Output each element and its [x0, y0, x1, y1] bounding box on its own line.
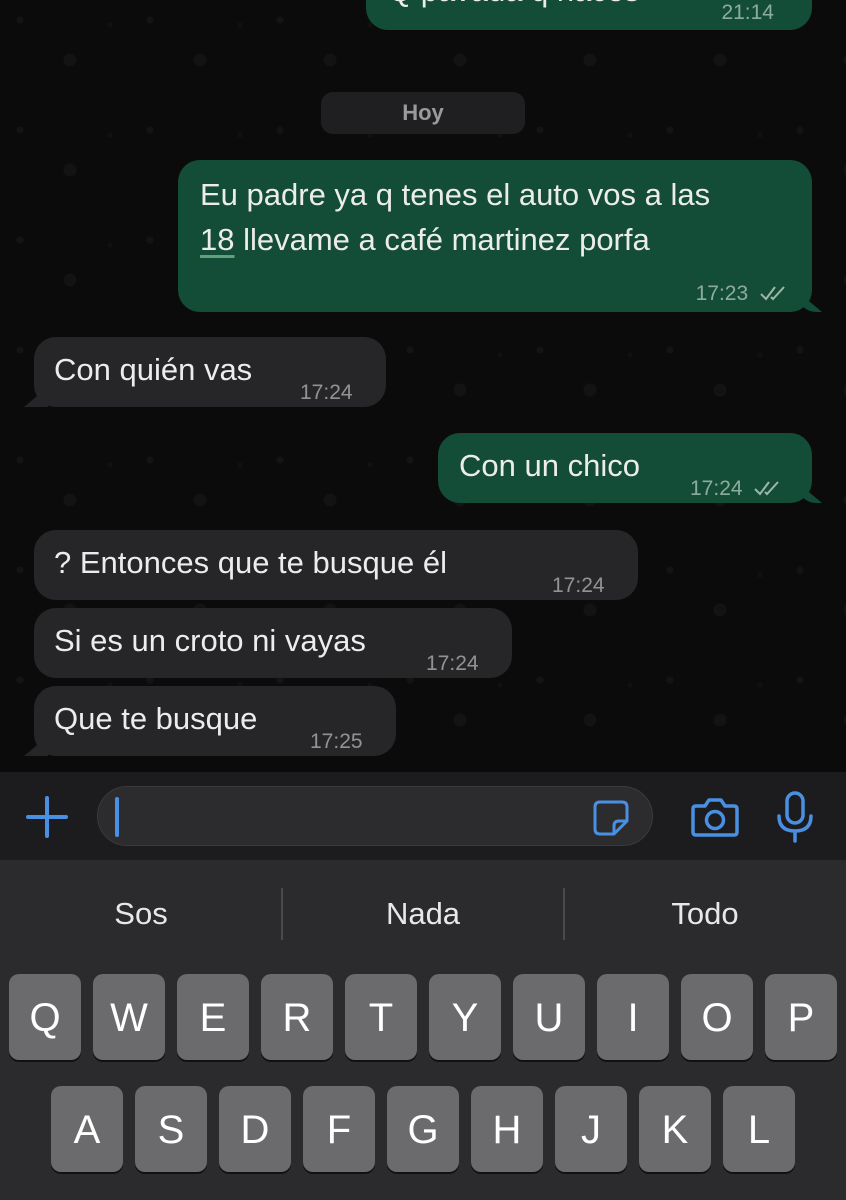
message-time: 17:24 [690, 466, 786, 512]
message-text: Si es un croto ni vayas [54, 623, 366, 658]
message-time: 21:14 [721, 1, 774, 24]
key-e[interactable]: E [177, 974, 249, 1060]
key-y[interactable]: Y [429, 974, 501, 1060]
key-r[interactable]: R [261, 974, 333, 1060]
key-a[interactable]: A [51, 1086, 123, 1172]
message-bubble-incoming[interactable]: Si es un croto ni vayas 17:24 [34, 608, 512, 678]
plus-icon[interactable] [22, 792, 72, 842]
key-k[interactable]: K [639, 1086, 711, 1172]
key-q[interactable]: Q [9, 974, 81, 1060]
microphone-icon[interactable] [772, 790, 818, 844]
text-cursor [115, 797, 119, 837]
suggestion-item[interactable]: Todo [564, 860, 846, 966]
chat-area: Q pavada q haces 21:14 Hoy Eu padre ya q… [0, 0, 846, 772]
key-u[interactable]: U [513, 974, 585, 1060]
key-i[interactable]: I [597, 974, 669, 1060]
message-text: Que te busque [54, 701, 258, 736]
message-time: 17:25 [310, 730, 363, 753]
message-input-bar [0, 772, 846, 860]
key-w[interactable]: W [93, 974, 165, 1060]
message-bubble-incoming[interactable]: Con quién vas 17:24 [34, 337, 386, 407]
message-text: Q pavada q haces [388, 0, 640, 14]
read-ticks-icon [760, 286, 785, 301]
suggestion-item[interactable]: Sos [0, 860, 282, 966]
key-s[interactable]: S [135, 1086, 207, 1172]
message-bubble-outgoing[interactable]: Q pavada q haces 21:14 [366, 0, 812, 30]
message-bubble-incoming[interactable]: Que te busque 17:25 [34, 686, 396, 756]
date-separator: Hoy [321, 92, 525, 134]
message-time: 17:24 [300, 381, 353, 404]
message-text: Con un chico [459, 448, 640, 483]
suggestion-item[interactable]: Nada [282, 860, 564, 966]
key-f[interactable]: F [303, 1086, 375, 1172]
detected-time-link[interactable]: 18 [200, 222, 234, 257]
key-p[interactable]: P [765, 974, 837, 1060]
message-bubble-outgoing[interactable]: Con un chico 17:24 [438, 433, 812, 503]
message-bubble-incoming[interactable]: ? Entonces que te busque él 17:24 [34, 530, 638, 600]
read-ticks-icon [754, 481, 780, 496]
message-time: 17:23 [696, 271, 792, 317]
message-text: ? Entonces que te busque él [54, 545, 447, 580]
camera-icon[interactable] [690, 794, 740, 840]
key-l[interactable]: L [723, 1086, 795, 1172]
message-text: Con quién vas [54, 352, 253, 387]
key-o[interactable]: O [681, 974, 753, 1060]
keyboard: Sos Nada Todo Q W E R T Y U I O P A S D … [0, 860, 846, 1200]
sticker-icon[interactable] [592, 799, 630, 837]
key-d[interactable]: D [219, 1086, 291, 1172]
message-time: 17:24 [552, 574, 605, 597]
key-j[interactable]: J [555, 1086, 627, 1172]
message-text: 18 llevame a café martinez porfa [200, 222, 650, 257]
key-h[interactable]: H [471, 1086, 543, 1172]
message-time: 17:24 [426, 652, 479, 675]
message-bubble-outgoing[interactable]: Eu padre ya q tenes el auto vos a las 18… [178, 160, 812, 312]
key-t[interactable]: T [345, 974, 417, 1060]
message-text: Eu padre ya q tenes el auto vos a las [200, 177, 711, 212]
key-g[interactable]: G [387, 1086, 459, 1172]
message-input[interactable] [97, 786, 653, 846]
